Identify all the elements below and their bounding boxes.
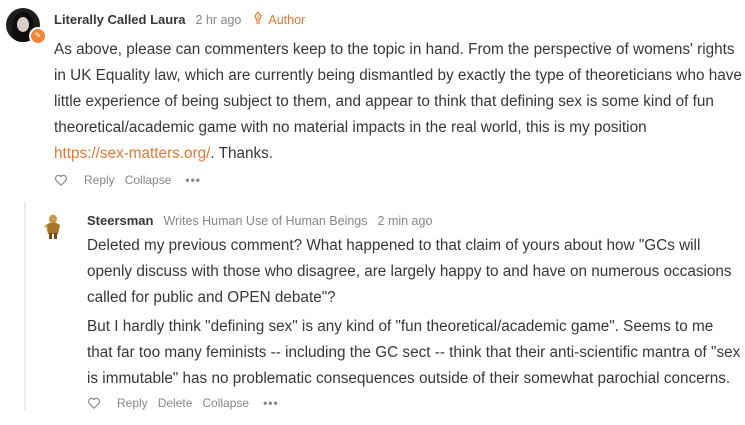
avatar[interactable] (40, 212, 66, 240)
comment-header: Steersman Writes Human Use of Human Bein… (87, 213, 432, 228)
publication-subtitle[interactable]: Writes Human Use of Human Beings (163, 214, 367, 228)
thread-line[interactable] (24, 202, 26, 410)
timestamp[interactable]: 2 min ago (378, 214, 433, 228)
collapse-button[interactable]: Collapse (125, 173, 172, 187)
comment-actions: Reply Collapse ••• (54, 173, 201, 187)
comment-body: As above, please can commenters keep to … (54, 41, 742, 136)
timestamp[interactable]: 2 hr ago (196, 13, 242, 27)
pen-icon (253, 11, 263, 27)
comment-header: Literally Called Laura 2 hr ago Author (54, 11, 306, 27)
collapse-button[interactable]: Collapse (202, 396, 249, 410)
external-link[interactable]: https://sex-matters.org/ (54, 145, 210, 162)
heart-icon[interactable] (54, 173, 68, 187)
comment-body-paragraph: But I hardly think "defining sex" is any… (87, 318, 741, 387)
author-badge: Author (253, 11, 306, 27)
reply-button[interactable]: Reply (84, 173, 115, 187)
delete-button[interactable]: Delete (158, 396, 193, 410)
more-options-icon[interactable]: ••• (263, 396, 279, 410)
reply-button[interactable]: Reply (117, 396, 148, 410)
comment-actions: Reply Delete Collapse ••• (87, 396, 279, 410)
pen-badge-icon: ✎ (29, 27, 47, 45)
author-name[interactable]: Steersman (87, 213, 153, 228)
comment-body-link-line: https://sex-matters.org/. Thanks. (54, 141, 744, 167)
author-label: Author (268, 12, 306, 27)
more-options-icon[interactable]: ••• (185, 173, 201, 187)
comment-body-paragraph: Deleted my previous comment? What happen… (87, 237, 732, 306)
author-name[interactable]: Literally Called Laura (54, 12, 186, 27)
link-suffix: . Thanks. (210, 145, 274, 162)
heart-icon[interactable] (87, 396, 101, 410)
